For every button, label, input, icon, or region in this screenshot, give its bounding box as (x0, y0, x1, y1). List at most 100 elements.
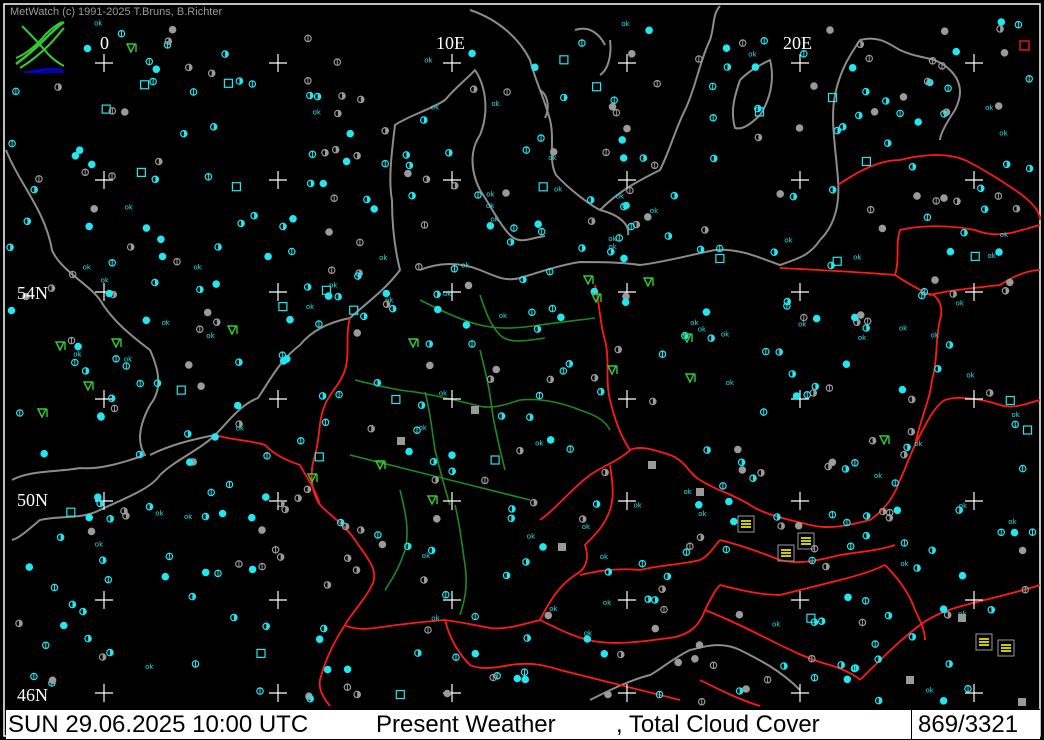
cavok-station-label[interactable]: ok (748, 50, 757, 58)
layer-present-weather[interactable]: Present Weather (376, 710, 556, 739)
cloud-cover-station[interactable] (471, 649, 480, 658)
cloud-cover-station[interactable] (795, 124, 804, 132)
cloud-cover-station[interactable] (995, 248, 1003, 256)
cloud-cover-station[interactable] (87, 527, 96, 536)
cloud-cover-station[interactable] (733, 445, 742, 454)
cloud-cover-station[interactable] (621, 298, 630, 307)
cloud-cover-station[interactable] (370, 205, 379, 213)
cavok-station-label[interactable]: ok (535, 440, 544, 448)
cavok-station-label[interactable]: ok (959, 502, 968, 510)
cloud-cover-station[interactable] (939, 696, 948, 705)
cavok-station-label[interactable]: ok (184, 513, 193, 521)
cloud-cover-station[interactable] (695, 641, 704, 649)
cavok-station-label[interactable]: ok (206, 332, 215, 340)
cloud-cover-station[interactable] (856, 311, 865, 319)
cloud-cover-station[interactable] (544, 611, 553, 620)
cloud-cover-station[interactable] (40, 449, 49, 458)
cloud-cover-station[interactable] (464, 281, 473, 290)
cloud-cover-station[interactable] (25, 563, 34, 571)
cavok-station-label[interactable]: ok (966, 372, 975, 380)
cloud-cover-station[interactable] (776, 190, 785, 198)
cavok-station-label[interactable]: ok (926, 687, 935, 695)
layer-total-cloud-cover[interactable]: , Total Cloud Cover (616, 710, 820, 739)
cloud-cover-station[interactable] (842, 360, 851, 369)
cavok-station-label[interactable]: ok (306, 303, 315, 311)
cloud-cover-station[interactable] (618, 136, 627, 144)
cloud-cover-station[interactable] (248, 565, 257, 574)
cavok-station-label[interactable]: ok (616, 193, 625, 201)
cloud-cover-station[interactable] (946, 247, 955, 256)
cloud-cover-station[interactable] (218, 509, 227, 518)
cloud-cover-station[interactable] (826, 26, 834, 34)
cloud-cover-station[interactable] (899, 93, 908, 101)
cloud-cover-station[interactable] (893, 506, 902, 515)
cloud-cover-station[interactable] (432, 514, 441, 523)
cloud-cover-station[interactable] (378, 540, 387, 549)
cavok-station-label[interactable]: ok (443, 290, 452, 298)
cloud-cover-station[interactable] (353, 329, 362, 337)
cloud-cover-station[interactable] (898, 385, 907, 394)
cloud-cover-station[interactable] (725, 497, 733, 506)
cloud-cover-station[interactable] (212, 280, 221, 288)
cavok-station-label[interactable]: ok (603, 599, 612, 607)
cavok-station-label[interactable]: ok (162, 319, 171, 327)
cloud-cover-station[interactable] (94, 493, 102, 502)
cloud-cover-station[interactable] (158, 252, 167, 261)
cavok-station-label[interactable]: ok (690, 319, 699, 327)
cavok-station-label[interactable]: ok (124, 356, 133, 364)
cavok-station-label[interactable]: ok (329, 282, 338, 290)
cloud-cover-station[interactable] (248, 513, 256, 522)
missing-report-icon[interactable] (471, 406, 479, 414)
cloud-cover-station[interactable] (620, 254, 628, 263)
cavok-station-label[interactable]: ok (858, 334, 867, 342)
cavok-station-label[interactable]: ok (527, 532, 536, 540)
cloud-cover-station[interactable] (702, 308, 711, 316)
cloud-cover-station[interactable] (142, 224, 151, 232)
cloud-cover-station[interactable] (325, 228, 333, 236)
cavok-station-label[interactable]: ok (101, 277, 110, 285)
cloud-cover-station[interactable] (958, 571, 967, 580)
cavok-station-label[interactable]: ok (491, 215, 500, 223)
cloud-cover-station[interactable] (462, 321, 471, 329)
cloud-cover-station[interactable] (939, 605, 948, 614)
cloud-cover-station[interactable] (142, 316, 151, 325)
cavok-station-label[interactable]: ok (726, 379, 735, 387)
cloud-cover-station[interactable] (940, 194, 948, 202)
cavok-station-label[interactable]: ok (1008, 518, 1017, 526)
cloud-cover-station[interactable] (997, 18, 1006, 26)
cloud-cover-station[interactable] (848, 64, 857, 72)
cavok-station-label[interactable]: ok (684, 488, 693, 496)
cavok-station-label[interactable]: ok (145, 663, 154, 671)
cavok-station-label[interactable]: ok (798, 321, 807, 329)
cloud-cover-station[interactable] (486, 222, 495, 230)
cavok-station-label[interactable]: ok (899, 325, 908, 333)
cloud-cover-station[interactable] (105, 289, 114, 298)
cloud-cover-station[interactable] (546, 436, 555, 444)
cloud-cover-station[interactable] (258, 526, 266, 534)
cloud-cover-station[interactable] (71, 152, 80, 160)
cloud-cover-station[interactable] (492, 365, 501, 374)
cloud-cover-station[interactable] (233, 401, 242, 410)
cloud-cover-station[interactable] (152, 65, 161, 74)
cloud-cover-station[interactable] (870, 108, 879, 116)
cloud-cover-station[interactable] (121, 108, 129, 116)
missing-report-icon[interactable] (906, 676, 914, 684)
cloud-cover-station[interactable] (691, 654, 699, 663)
cloud-cover-station[interactable] (931, 276, 939, 284)
cloud-cover-station[interactable] (751, 63, 760, 71)
cloud-cover-station[interactable] (75, 146, 84, 155)
cloud-cover-station[interactable] (324, 292, 333, 300)
cloud-cover-station[interactable] (185, 361, 193, 369)
cloud-cover-station[interactable] (286, 315, 294, 324)
cloud-cover-station[interactable] (674, 658, 683, 667)
cloud-cover-station[interactable] (1018, 546, 1027, 555)
missing-report-icon[interactable] (648, 461, 656, 469)
cloud-cover-station[interactable] (843, 675, 852, 684)
cloud-cover-station[interactable] (157, 235, 165, 244)
cavok-station-label[interactable]: ok (650, 207, 659, 215)
cloud-cover-station[interactable] (211, 433, 219, 441)
cavok-station-label[interactable]: ok (853, 253, 862, 261)
cloud-cover-station[interactable] (619, 154, 628, 162)
cloud-cover-station[interactable] (1000, 48, 1009, 57)
cloud-cover-station[interactable] (651, 624, 660, 633)
